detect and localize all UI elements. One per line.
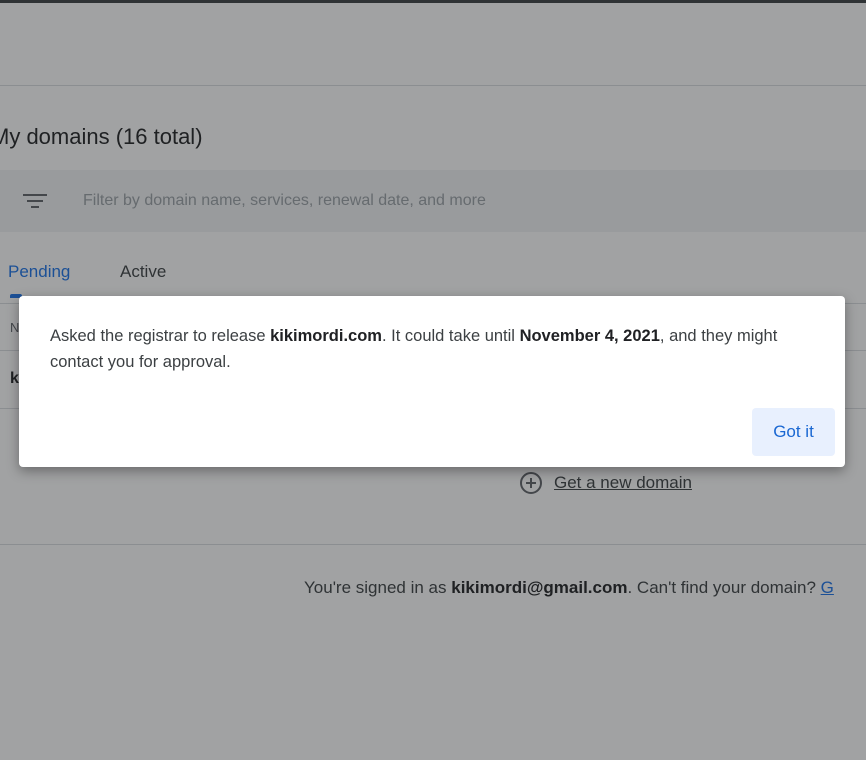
- dialog-domain: kikimordi.com: [270, 327, 382, 345]
- release-confirmation-dialog: Asked the registrar to release kikimordi…: [19, 296, 845, 467]
- dialog-date: November 4, 2021: [519, 327, 660, 345]
- dialog-message: Asked the registrar to release kikimordi…: [50, 327, 778, 371]
- got-it-button[interactable]: Got it: [752, 408, 835, 456]
